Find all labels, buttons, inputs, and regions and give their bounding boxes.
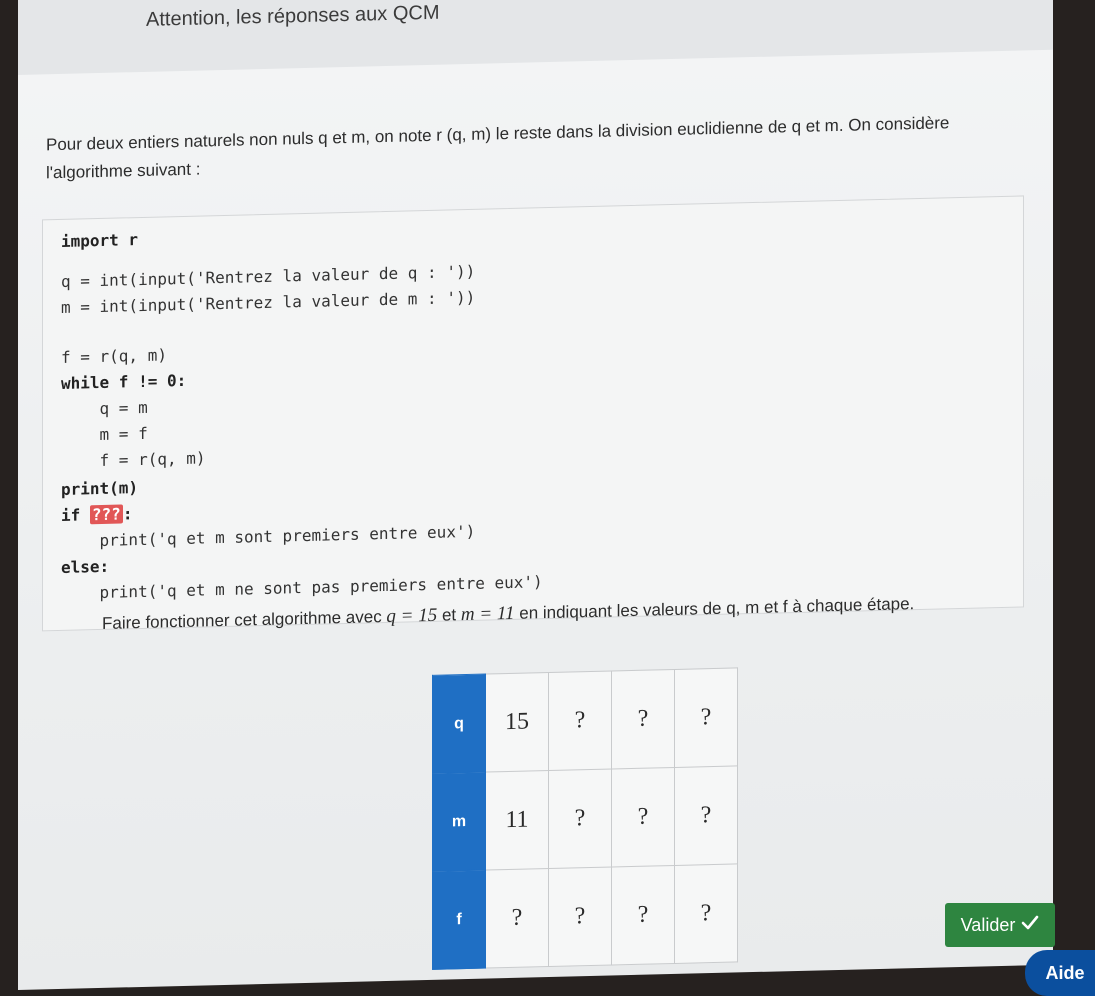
code-line-q-assign: q = m	[61, 397, 148, 419]
row-label-q: q	[432, 674, 486, 774]
code-line-f-init: f = r(q, m)	[61, 345, 167, 367]
code-line-input-m: m = int(input('Rentrez la valeur de m : …	[61, 287, 476, 317]
table-cell-input[interactable]: ?	[611, 767, 675, 867]
q-expression: q = 15	[386, 604, 438, 627]
code-line-input-q: q = int(input('Rentrez la valeur de q : …	[61, 261, 476, 291]
table-cell-input[interactable]: ?	[485, 868, 549, 969]
checkmark-icon	[1021, 915, 1039, 936]
if-colon: :	[122, 504, 133, 524]
code-block: import r q = int(input('Rentrez la valeu…	[42, 195, 1024, 632]
table-cell-input[interactable]: ?	[674, 863, 738, 964]
table-row: f ? ? ? ?	[432, 863, 738, 970]
code-line-if: if ???:	[61, 504, 132, 525]
code-line-while: while f != 0:	[61, 370, 187, 393]
valider-label: Valider	[960, 914, 1016, 935]
aide-button[interactable]: Aide	[1025, 950, 1095, 996]
code-line-print-premiers: print('q et m sont premiers entre eux')	[61, 521, 476, 551]
warning-banner: Attention, les réponses aux QCM	[18, 0, 1053, 75]
table-cell-input[interactable]: ?	[548, 768, 612, 869]
quiz-screen: Attention, les réponses aux QCM Pour deu…	[18, 0, 1053, 991]
table-row: q 15 ? ? ?	[432, 667, 738, 774]
condition-blank[interactable]: ???	[89, 504, 123, 525]
code-line-print-m: print(m)	[61, 478, 139, 499]
intro-text: Pour deux entiers naturels non nuls q et…	[46, 113, 950, 183]
m-expression: m = 11	[460, 602, 515, 626]
banner-text: Attention, les réponses aux QCM	[146, 1, 440, 31]
table-cell-input[interactable]: ?	[611, 669, 675, 769]
row-label-m: m	[432, 772, 486, 872]
table-cell-input[interactable]: ?	[611, 865, 675, 965]
if-keyword: if	[61, 505, 90, 525]
valider-button[interactable]: Valider	[945, 903, 1055, 947]
row-label-f: f	[432, 870, 486, 970]
table-cell-input[interactable]: ?	[674, 765, 738, 866]
table-cell-input[interactable]: ?	[548, 670, 612, 771]
table-cell-input[interactable]: ?	[548, 866, 612, 967]
table-cell: 15	[485, 672, 549, 773]
values-table: q 15 ? ? ? m 11 ? ? ? f ? ? ? ?	[432, 667, 738, 970]
table-cell-input[interactable]: ?	[674, 667, 738, 768]
code-line-m-assign: m = f	[61, 423, 148, 445]
code-line-print-non-premiers: print('q et m ne sont pas premiers entre…	[61, 572, 543, 603]
table-cell: 11	[485, 770, 549, 871]
code-line-f-assign: f = r(q, m)	[61, 448, 206, 471]
instruction-mid: et	[437, 605, 461, 625]
code-line-else: else:	[61, 556, 110, 577]
table-row: m 11 ? ? ?	[432, 765, 738, 872]
code-line-import: import r	[61, 230, 139, 251]
